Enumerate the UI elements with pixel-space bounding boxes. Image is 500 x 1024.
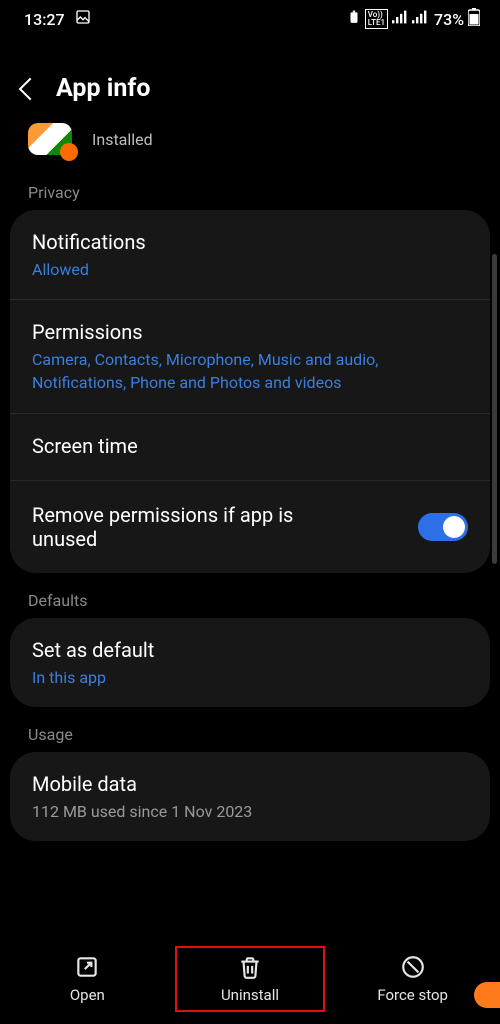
usage-card: Mobile data 112 MB used since 1 Nov 2023 [10,752,490,841]
signal-icon-2 [412,10,428,28]
row-set-default[interactable]: Set as default In this app [10,618,490,707]
row-sub: Allowed [32,258,468,281]
uninstall-button[interactable]: Uninstall [175,946,325,1012]
privacy-card: Notifications Allowed Permissions Camera… [10,210,490,573]
row-mobile-data[interactable]: Mobile data 112 MB used since 1 Nov 2023 [10,752,490,841]
row-permissions[interactable]: Permissions Camera, Contacts, Microphone… [10,300,490,413]
row-sub: 112 MB used since 1 Nov 2023 [32,800,468,823]
row-title: Set as default [32,638,468,662]
row-title: Permissions [32,320,468,344]
volte-icon: Vo))LTE1 [365,9,388,29]
scrollbar[interactable] [492,254,497,564]
row-title: Screen time [32,434,468,458]
toggle-remove-unused[interactable] [418,513,468,541]
assistant-bubble-icon[interactable] [474,982,500,1008]
page-title: App info [56,74,150,103]
bottom-bar: Open Uninstall Force stop [0,936,500,1024]
row-title: Notifications [32,230,468,254]
row-title: Remove permissions if app is unused [32,503,362,551]
uninstall-label: Uninstall [221,986,279,1004]
app-summary: Installed [0,117,500,165]
row-screen-time[interactable]: Screen time [10,414,490,481]
battery-icon [468,8,480,30]
defaults-card: Set as default In this app [10,618,490,707]
row-remove-unused[interactable]: Remove permissions if app is unused [10,481,490,573]
header: App info [0,36,500,117]
row-sub: Camera, Contacts, Microphone, Music and … [32,348,468,394]
open-icon [74,954,100,980]
row-title: Mobile data [32,772,468,796]
open-label: Open [70,986,105,1004]
picture-icon [75,9,91,29]
row-notifications[interactable]: Notifications Allowed [10,210,490,300]
battery-percent: 73% [434,10,464,29]
app-icon [28,123,72,155]
battery-saver-icon [347,10,361,28]
section-label-privacy: Privacy [0,165,500,210]
status-bar: 13:27 Vo))LTE1 73% [0,0,500,36]
back-icon[interactable] [22,81,38,97]
section-label-usage: Usage [0,707,500,752]
trash-icon [237,954,263,980]
clock: 13:27 [24,10,65,29]
open-button[interactable]: Open [12,948,162,1010]
install-status: Installed [92,130,153,149]
force-stop-label: Force stop [377,986,448,1004]
stop-icon [400,954,426,980]
section-label-defaults: Defaults [0,573,500,618]
force-stop-button[interactable]: Force stop [338,948,488,1010]
row-sub: In this app [32,666,468,689]
signal-icon [392,10,408,28]
